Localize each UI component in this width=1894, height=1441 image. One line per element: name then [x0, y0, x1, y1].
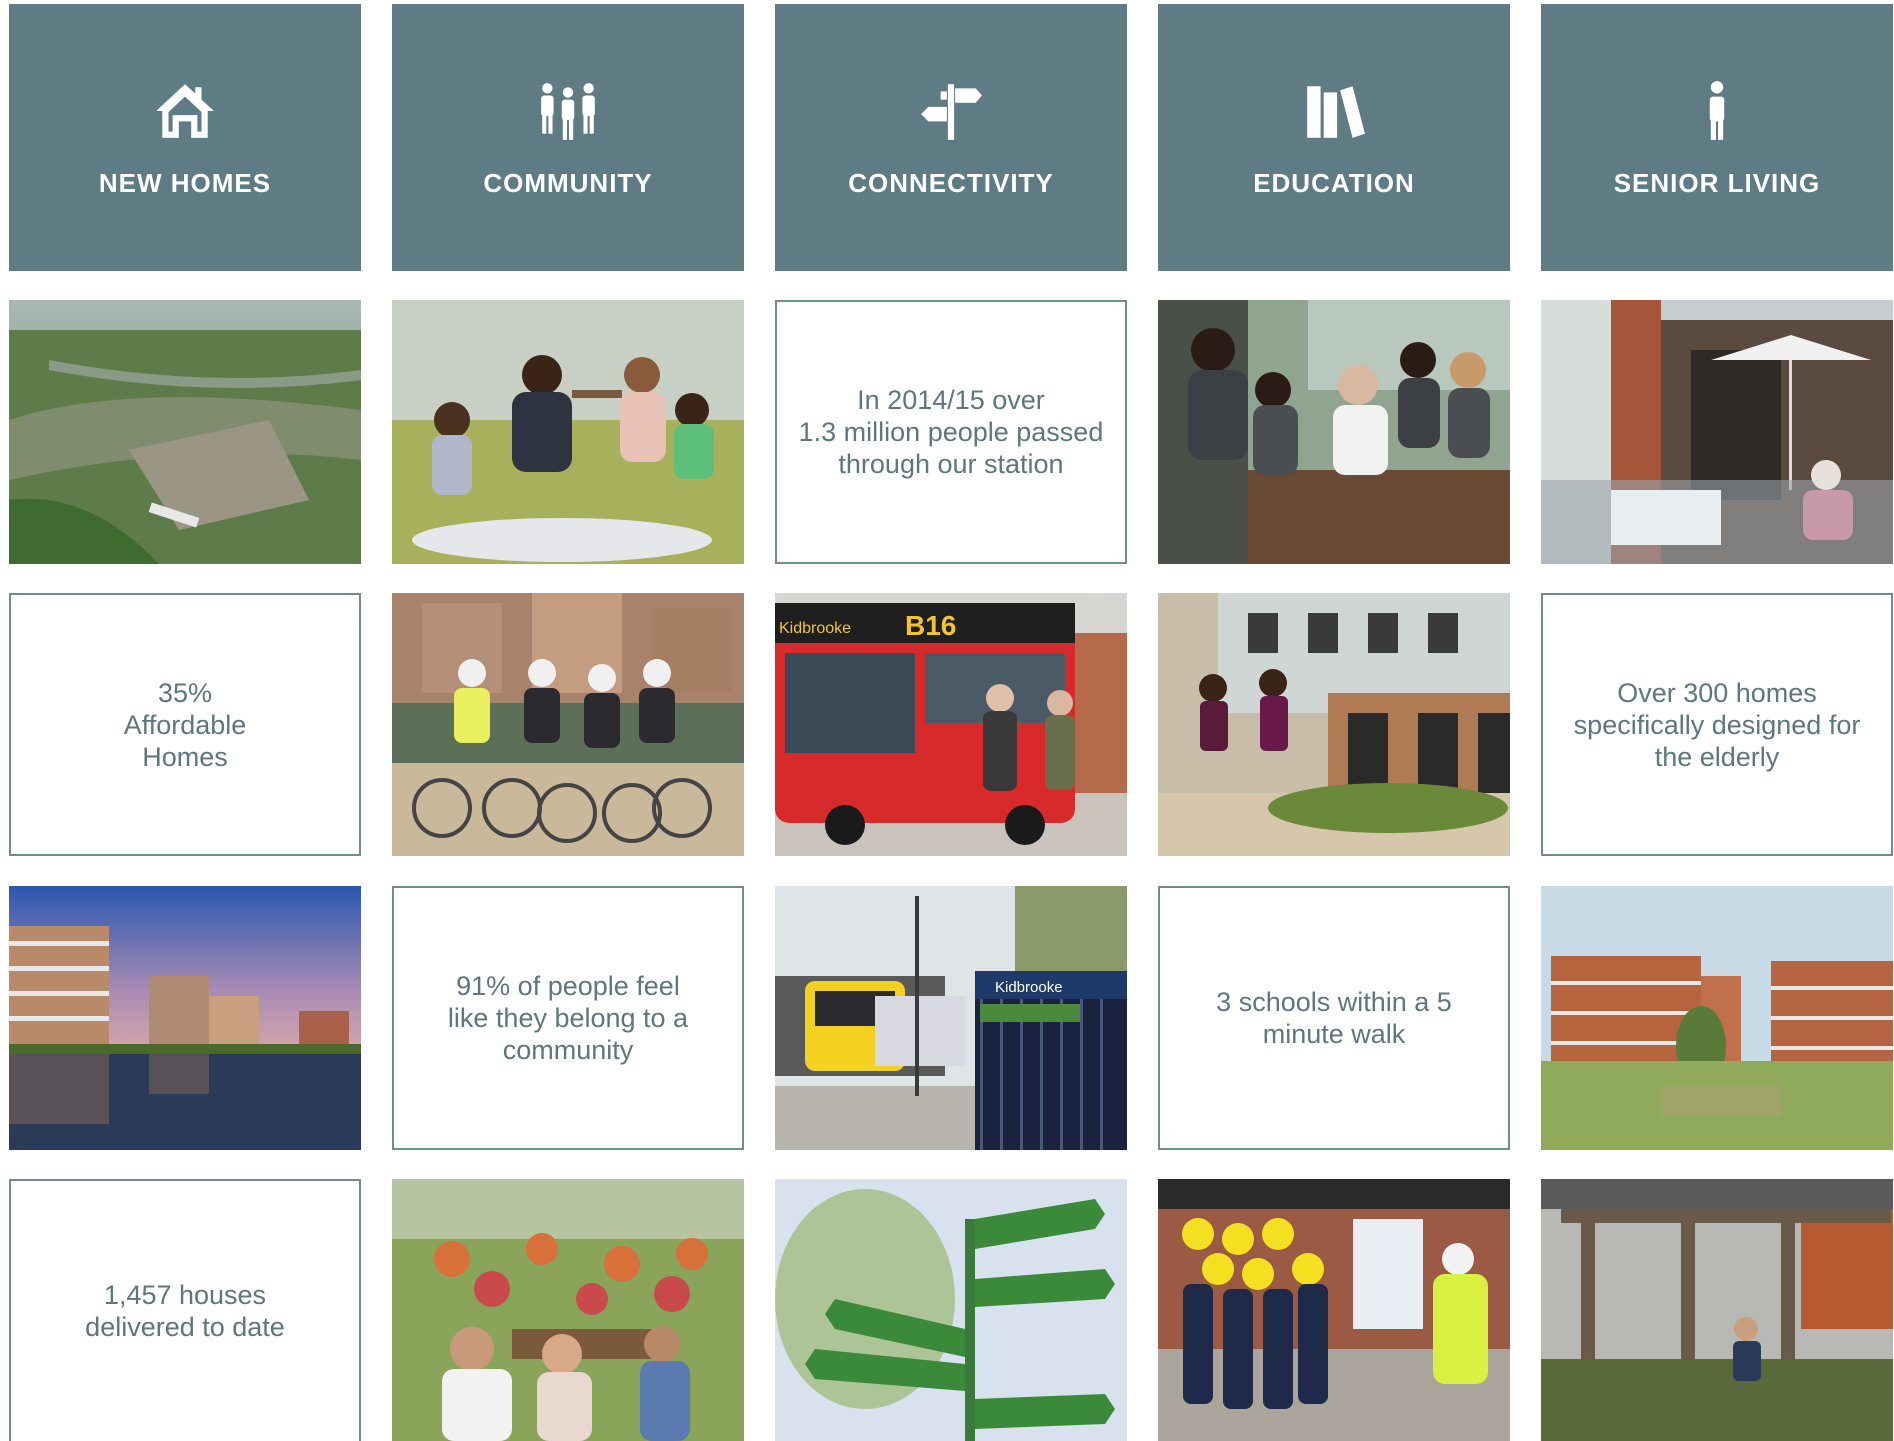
photo-senior-balcony [1541, 300, 1893, 564]
photo-festival-crowd [392, 1179, 744, 1441]
header-label: SENIOR LIVING [1613, 168, 1821, 198]
photo-family-picnic [392, 300, 744, 564]
station-sign-text: Kidbrooke [995, 979, 1063, 996]
person-icon [1682, 76, 1752, 146]
header-education: EDUCATION [1158, 4, 1510, 271]
header-label: NEW HOMES [98, 168, 272, 198]
photo-school-gardening [1158, 300, 1510, 564]
stat-houses-delivered: 1,457 houses delivered to date [9, 1179, 361, 1441]
header-label: COMMUNITY [483, 168, 653, 198]
stat-station-passengers: In 2014/15 over 1.3 million people passe… [775, 300, 1127, 564]
photo-apartment-park [1541, 886, 1893, 1150]
signpost-icon [916, 76, 986, 146]
header-connectivity: CONNECTIVITY [775, 4, 1127, 271]
stat-elderly-homes: Over 300 homes specifically designed for… [1541, 593, 1893, 856]
people-group-icon [533, 76, 603, 146]
photo-children-running [1158, 593, 1510, 856]
stat-schools-walk: 3 schools within a 5 minute walk [1158, 886, 1510, 1150]
stat-affordable-homes: 35% Affordable Homes [9, 593, 361, 856]
stat-community-belonging: 91% of people feel like they belong to a… [392, 886, 744, 1150]
header-new-homes: NEW HOMES [9, 4, 361, 271]
bus-destination: Kidbrooke [779, 620, 851, 637]
photo-signpost [775, 1179, 1127, 1441]
house-icon [150, 76, 220, 146]
photo-lake-apartments [9, 886, 361, 1150]
photo-aerial-view [9, 300, 361, 564]
books-icon [1299, 76, 1369, 146]
header-senior-living: SENIOR LIVING [1541, 4, 1893, 271]
header-community: COMMUNITY [392, 4, 744, 271]
header-label: EDUCATION [1253, 168, 1415, 198]
photo-train-station: Kidbrooke [775, 886, 1127, 1150]
photo-pergola-garden [1541, 1179, 1893, 1441]
photo-police-bikes [392, 593, 744, 856]
bus-route-number: B16 [905, 610, 956, 641]
photo-school-children-helmets [1158, 1179, 1510, 1441]
header-label: CONNECTIVITY [848, 168, 1054, 198]
photo-bus: B16 Kidbrooke [775, 593, 1127, 856]
